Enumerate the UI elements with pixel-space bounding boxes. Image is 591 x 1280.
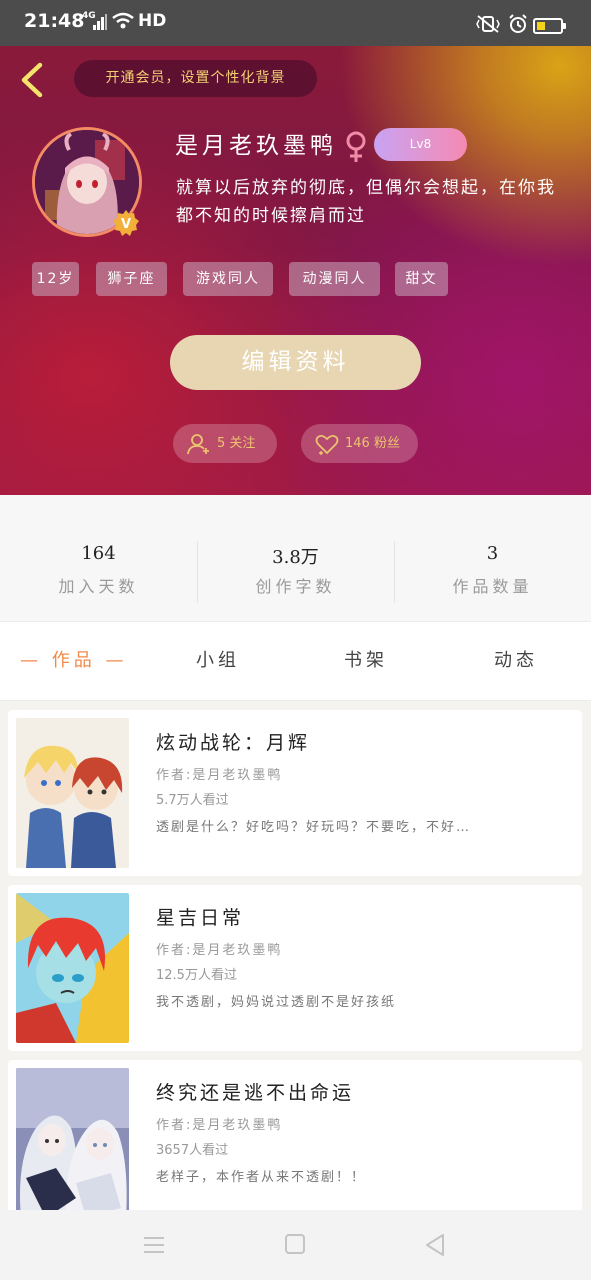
profile-header: 开通会员，设置个性化背景 V 是月老玖墨鸭 Lv8 就算以后放弃的彻底，但偶尔会…	[0, 46, 591, 495]
work-author: 作者:是月老玖墨鸭	[156, 943, 283, 958]
stat-days-joined: 164 加入天数	[0, 495, 197, 621]
alarm-icon	[509, 14, 527, 33]
work-title: 星吉日常	[156, 907, 245, 929]
stat-label: 作品数量	[452, 577, 533, 596]
tab-works[interactable]: — 作品 —	[20, 646, 127, 672]
user-add-icon	[187, 434, 209, 455]
tab-groups[interactable]: 小组	[196, 646, 240, 672]
following-button[interactable]: 5 关注	[173, 424, 277, 463]
wifi-icon	[112, 12, 134, 29]
username: 是月老玖墨鸭	[175, 133, 337, 159]
stat-value: 3	[486, 543, 499, 564]
work-description: 老样子，本作者从来不透剧！！	[156, 1170, 367, 1185]
battery-icon	[533, 18, 566, 34]
work-title: 终究还是逃不出命运	[156, 1082, 355, 1104]
stats-panel: 164 加入天数 3.8万 创作字数 3 作品数量	[0, 495, 591, 621]
fans-button[interactable]: 146 粉丝	[301, 424, 418, 463]
level-badge: Lv8	[374, 128, 467, 161]
verified-v-icon: V	[113, 210, 139, 236]
work-description: 我不透剧，妈妈说过透剧不是好孩纸	[156, 995, 397, 1010]
status-bar: 21:48 4G HD	[0, 0, 591, 46]
tag-zodiac: 狮子座	[96, 262, 167, 296]
edit-profile-button[interactable]: 编辑资料	[170, 335, 421, 390]
vip-background-button[interactable]: 开通会员，设置个性化背景	[74, 60, 317, 97]
work-cover-image[interactable]	[16, 718, 129, 868]
tag-age: 12岁	[32, 262, 79, 296]
home-icon[interactable]	[285, 1234, 305, 1254]
profile-signature: 就算以后放弃的彻底，但偶尔会想起，在你我都不知的时候擦肩而过	[176, 178, 556, 226]
vibrate-icon	[476, 15, 500, 33]
work-author: 作者:是月老玖墨鸭	[156, 1118, 283, 1133]
works-list: 炫动战轮：月辉 作者:是月老玖墨鸭 5.7万人看过 透剧是什么？好吃吗？好玩吗？…	[0, 702, 591, 1210]
profile-tabs: — 作品 — 小组 书架 动态	[0, 621, 591, 701]
work-views: 12.5万人看过	[156, 968, 237, 983]
fans-count: 146 粉丝	[345, 436, 400, 451]
stat-value: 164	[81, 543, 116, 564]
work-views: 5.7万人看过	[156, 793, 229, 808]
work-description: 透剧是什么？好吃吗？好玩吗？不要吃，不好…	[156, 820, 472, 835]
status-time: 21:48	[24, 10, 85, 32]
work-item[interactable]: 星吉日常 作者:是月老玖墨鸭 12.5万人看过 我不透剧，妈妈说过透剧不是好孩纸	[8, 885, 582, 1051]
stat-works-count: 3 作品数量	[394, 495, 591, 621]
work-views: 3657人看过	[156, 1143, 229, 1158]
heart-add-icon	[315, 434, 339, 455]
hd-indicator: HD	[138, 11, 167, 31]
tag-anime-fanfic: 动漫同人	[289, 262, 380, 296]
work-cover-image[interactable]	[16, 893, 129, 1043]
svg-text:V: V	[121, 217, 131, 232]
female-gender-icon	[346, 131, 366, 162]
tag-game-fanfic: 游戏同人	[183, 262, 273, 296]
work-cover-image[interactable]	[16, 1068, 129, 1210]
stat-value: 3.8万	[272, 547, 319, 568]
stat-label: 加入天数	[58, 577, 139, 596]
signal-icon	[93, 14, 107, 30]
back-triangle-icon[interactable]	[425, 1233, 445, 1257]
tab-activity[interactable]: 动态	[494, 646, 538, 672]
stat-word-count: 3.8万 创作字数	[197, 495, 394, 621]
menu-icon[interactable]	[143, 1234, 165, 1256]
work-title: 炫动战轮：月辉	[156, 732, 311, 754]
following-count: 5 关注	[217, 436, 256, 451]
back-arrow-icon[interactable]	[18, 62, 46, 98]
stat-label: 创作字数	[255, 577, 336, 596]
system-nav-bar	[0, 1210, 591, 1280]
work-item[interactable]: 炫动战轮：月辉 作者:是月老玖墨鸭 5.7万人看过 透剧是什么？好吃吗？好玩吗？…	[8, 710, 582, 876]
work-author: 作者:是月老玖墨鸭	[156, 768, 283, 783]
tab-bookshelf[interactable]: 书架	[344, 646, 388, 672]
tag-sweet: 甜文	[395, 262, 448, 296]
work-item[interactable]: 终究还是逃不出命运 作者:是月老玖墨鸭 3657人看过 老样子，本作者从来不透剧…	[8, 1060, 582, 1210]
